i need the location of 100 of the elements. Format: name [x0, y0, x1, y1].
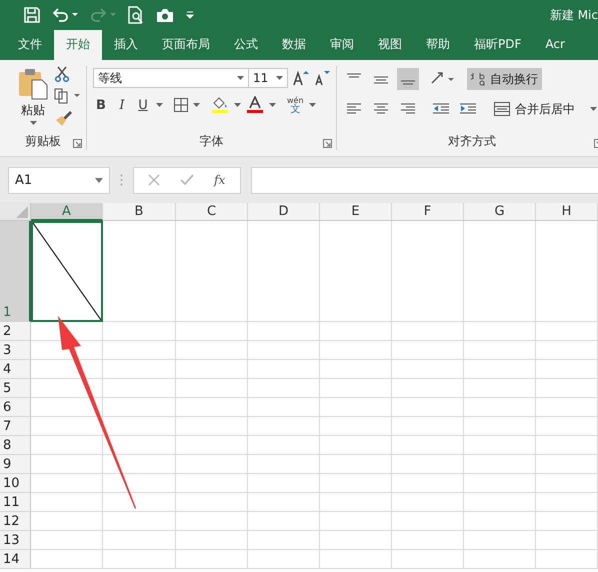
row-header[interactable]: 7 [0, 417, 31, 436]
ribbon-tab[interactable]: 文件 [6, 30, 54, 60]
grid-cell [248, 436, 320, 455]
paste-button[interactable]: 粘贴 [6, 66, 48, 132]
grid-cell [392, 417, 464, 436]
print-preview-icon[interactable] [128, 6, 144, 24]
undo-icon[interactable] [52, 7, 78, 23]
grid-cell [464, 379, 536, 398]
caret-icon[interactable] [308, 103, 316, 107]
grid-cell [248, 455, 320, 474]
name-box[interactable]: A1 [8, 166, 110, 194]
caret-icon [237, 76, 244, 80]
caret-icon[interactable] [234, 103, 241, 107]
grid-cell [176, 455, 248, 474]
font-color-icon[interactable] [246, 96, 264, 114]
ribbon-tab[interactable]: 审阅 [318, 30, 366, 60]
caret-icon[interactable] [156, 103, 163, 107]
font-size-field[interactable]: 11 [248, 68, 288, 88]
grid-cell [176, 322, 248, 341]
formula-input[interactable] [251, 166, 598, 194]
column-header[interactable]: B [103, 203, 176, 221]
grid-cell [392, 398, 464, 417]
row-header[interactable]: 9 [0, 455, 31, 474]
grid-cell [176, 436, 248, 455]
ribbon-tab[interactable]: 数据 [270, 30, 318, 60]
grid-cell [320, 512, 392, 531]
row-header[interactable]: 14 [0, 550, 31, 569]
row-header[interactable]: 13 [0, 531, 31, 550]
copy-icon[interactable] [54, 88, 80, 104]
grid-cell [536, 322, 598, 341]
grid-cell [464, 322, 536, 341]
decrease-font-size-icon[interactable] [314, 70, 330, 86]
row-header[interactable]: 1 [0, 221, 31, 322]
ribbon-tab[interactable]: 福昕PDF [462, 30, 534, 60]
ribbon-tab[interactable]: 插入 [102, 30, 150, 60]
row-header[interactable]: 2 [0, 322, 31, 341]
row-header[interactable]: 5 [0, 379, 31, 398]
grid-cell [392, 436, 464, 455]
column-header[interactable]: C [176, 203, 248, 221]
grid-cell [392, 455, 464, 474]
top-align-icon [347, 73, 361, 78]
customize-caret-icon[interactable] [186, 11, 194, 19]
column-header[interactable]: A [31, 203, 103, 221]
wrap-text-button[interactable]: 自动换行 [467, 68, 542, 90]
grid-cell [392, 379, 464, 398]
column-header[interactable]: G [464, 203, 536, 221]
caret-icon[interactable] [269, 103, 276, 107]
row-header[interactable]: 11 [0, 493, 31, 512]
grid-cell [536, 360, 598, 379]
italic-button[interactable]: I [114, 98, 130, 112]
merge-cells-icon [494, 102, 510, 116]
ribbon-tab[interactable]: 公式 [222, 30, 270, 60]
window-title: 新建 Mic [550, 6, 598, 24]
grid-cell [176, 360, 248, 379]
grid-cell [464, 474, 536, 493]
scissors-icon[interactable] [54, 66, 70, 82]
borders-icon[interactable] [174, 98, 188, 112]
column-header[interactable]: D [248, 203, 320, 221]
ribbon-tab[interactable]: 页面布局 [150, 30, 222, 60]
column-header[interactable]: H [536, 203, 598, 221]
ribbon-tab[interactable]: 视图 [366, 30, 414, 60]
dialog-launcher-icon[interactable] [73, 139, 82, 148]
grid-cell [248, 341, 320, 360]
ribbon-tab[interactable]: 帮助 [414, 30, 462, 60]
bottom-align-button[interactable] [397, 68, 419, 90]
grid-cell [320, 360, 392, 379]
bold-button[interactable]: B [93, 98, 109, 112]
grid-cell [31, 550, 103, 569]
camera-icon[interactable] [156, 8, 174, 22]
phonetic-guide-button[interactable]: wén 文 [287, 96, 304, 114]
column-header[interactable]: E [320, 203, 392, 221]
column-header[interactable]: F [392, 203, 464, 221]
merge-center-button[interactable]: 合并后居中 [490, 98, 598, 120]
underline-button[interactable]: U [135, 98, 151, 112]
ribbon-tab[interactable]: 开始 [54, 30, 102, 60]
row-header[interactable]: 3 [0, 341, 31, 360]
ribbon-tab[interactable]: Acr [533, 30, 577, 60]
insert-function-button[interactable]: fx [214, 173, 226, 187]
caret-icon[interactable] [193, 103, 200, 107]
grid-cell [31, 474, 103, 493]
grid-cell [536, 398, 598, 417]
save-icon[interactable] [24, 7, 40, 23]
row-header[interactable]: 8 [0, 436, 31, 455]
fill-color-icon[interactable] [211, 96, 229, 114]
row-header[interactable]: 12 [0, 512, 31, 531]
grid-cell [464, 360, 536, 379]
grid-cell [248, 531, 320, 550]
grid-cell [536, 417, 598, 436]
font-name-field[interactable]: 等线 [93, 68, 249, 88]
increase-font-size-icon[interactable] [293, 70, 309, 86]
grid-cell [320, 341, 392, 360]
row-header[interactable]: 4 [0, 360, 31, 379]
row-header[interactable]: 6 [0, 398, 31, 417]
format-painter-icon[interactable] [54, 110, 72, 126]
grid-cell [248, 550, 320, 569]
grid-cell [248, 322, 320, 341]
align-center-icon [374, 103, 388, 115]
grid-cell [320, 550, 392, 569]
dialog-launcher-icon[interactable] [323, 139, 332, 148]
row-header[interactable]: 10 [0, 474, 31, 493]
